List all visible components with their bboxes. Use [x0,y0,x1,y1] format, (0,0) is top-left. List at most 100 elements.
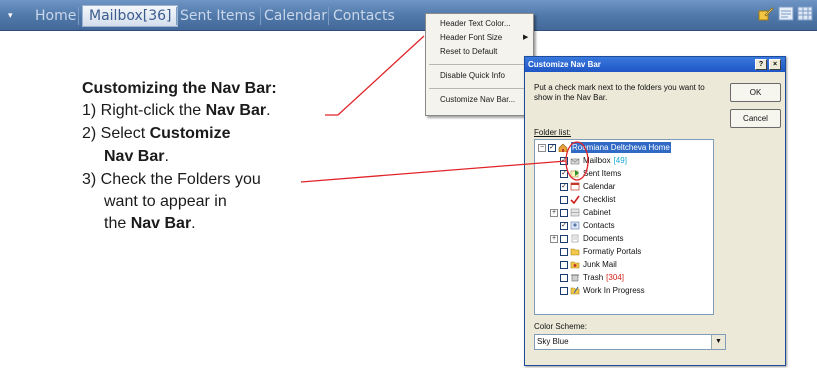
folder-checkbox[interactable] [560,286,568,295]
menu-item-customize-nav-bar[interactable]: Customize Nav Bar... [440,95,515,104]
step-2-emphasis: Customize [149,125,231,142]
grid-icon[interactable] [797,6,813,21]
instruction-step-3: 3) Check the Folders you [82,171,261,188]
folder-row-calendar[interactable]: ✓ Calendar [560,181,615,192]
dialog-description: Put a check mark next to the folders you… [534,83,705,92]
cancel-button[interactable]: Cancel [730,109,781,128]
step-1-end: . [266,102,271,119]
step-3-end: . [191,215,196,232]
folder-row-contacts[interactable]: ✓ Contacts [560,220,615,231]
close-button[interactable]: × [769,59,781,70]
trash-icon [571,274,579,282]
color-scheme-select[interactable]: Sky Blue ▼ [534,334,726,350]
folder-checkbox[interactable]: ✓ [560,169,568,178]
step-3-emphasis: Nav Bar [130,215,192,232]
collapse-icon[interactable]: − [538,143,546,152]
tab-calendar[interactable]: Calendar [258,6,333,26]
dialog-title-bar[interactable]: Customize Nav Bar [525,57,785,72]
callout-line-nav-bar [325,35,425,116]
notes-icon[interactable] [778,6,794,21]
chevron-down-icon[interactable]: ▼ [711,335,725,349]
work-in-progress-icon [570,287,580,295]
contacts-icon [570,222,580,230]
unread-count: [49] [613,156,627,166]
expand-icon[interactable]: + [550,234,558,243]
menu-separator [429,64,530,65]
folder-label: Checklist [583,195,616,205]
folder-checkbox[interactable] [560,208,568,217]
menu-item-reset-to-default[interactable]: Reset to Default [440,47,497,56]
folder-row-home[interactable]: − ✓ Roumiana Deltcheva Home [538,142,671,154]
folder-checkbox[interactable]: ✓ [560,182,568,191]
mailbox-icon [570,159,580,165]
folder-label: Sent Items [583,169,622,179]
folder-row-formatiy-portals[interactable]: Formatiy Portals [560,246,641,257]
home-icon [558,143,568,153]
folder-label: Work In Progress [583,286,645,296]
junk-mail-icon [570,262,580,269]
folder-label: Roumiana Deltcheva Home [571,142,671,154]
dialog-description-line-2: show in the Nav Bar. [534,93,608,102]
calendar-icon [570,183,580,191]
folder-row-junk-mail[interactable]: Junk Mail [560,259,617,270]
menu-item-header-text-color[interactable]: Header Text Color... [440,19,511,28]
step-3-text: the [104,215,131,232]
menu-item-header-font-size[interactable]: Header Font Size [440,33,502,42]
menu-separator [429,88,530,89]
expand-icon[interactable]: + [550,208,558,217]
folder-checkbox[interactable]: ✓ [548,143,556,152]
folder-checkbox[interactable] [560,260,568,269]
folder-row-sent-items[interactable]: ✓ Sent Items [560,168,621,179]
documents-icon [571,235,579,243]
instruction-step-3-line-3: the Nav Bar. [104,215,196,233]
folder-label: Trash [583,273,604,283]
dialog-title: Customize Nav Bar [528,60,601,69]
tab-mailbox[interactable]: Mailbox[36] [82,5,179,27]
folder-label: Documents [583,234,624,244]
checklist-icon [570,195,580,205]
folder-row-trash[interactable]: Trash [304] [560,272,624,283]
folder-label: Junk Mail [583,260,617,270]
instruction-step-3-line-2: want to appear in [104,193,227,210]
tab-sent-items[interactable]: Sent Items [174,6,261,26]
folder-label: Calendar [583,182,616,192]
tab-contacts[interactable]: Contacts [327,6,401,26]
submenu-arrow-icon: ▶ [523,34,529,41]
tab-home[interactable]: Home [29,6,82,26]
folder-label: Cabinet [583,208,611,218]
folder-row-cabinet[interactable]: + Cabinet [538,207,611,218]
step-1-text: 1) Right-click the [82,102,206,119]
folder-row-mailbox[interactable]: ✓ Mailbox [49] [560,155,627,166]
folder-label: Mailbox [583,156,611,166]
folder-checkbox[interactable]: ✓ [560,156,568,165]
instruction-step-1: 1) Right-click the Nav Bar. [82,102,271,120]
folder-list[interactable]: − ✓ Roumiana Deltcheva Home ✓ Mailbox [49] ✓… [534,139,714,315]
cabinet-icon [570,209,580,217]
folder-list-label: Folder list: [534,128,571,137]
customize-nav-bar-dialog: Customize Nav Bar ? × Put a check mark n… [524,56,786,366]
folder-checkbox[interactable] [560,247,568,256]
nav-bar-menu-arrow[interactable]: ▾ [8,10,13,21]
folder-icon [570,249,580,256]
folder-label: Formatiy Portals [583,247,642,257]
folder-row-work-in-progress[interactable]: Work In Progress [560,285,645,296]
ok-button[interactable]: OK [730,83,781,102]
sent-items-icon [570,170,579,178]
tab-divider [78,7,79,25]
color-scheme-label: Color Scheme: [534,322,587,331]
step-2-end: . [164,148,169,165]
folder-checkbox[interactable] [560,273,568,282]
instructions-title: Customizing the Nav Bar: [82,80,277,97]
instruction-step-2: 2) Select Customize [82,125,231,143]
folder-checkbox[interactable] [560,195,568,204]
pencil-icon[interactable] [758,6,774,21]
menu-item-disable-quick-info[interactable]: Disable Quick Info [440,71,505,80]
folder-row-documents[interactable]: + Documents [538,233,623,244]
nav-bar[interactable]: ▾ Home Mailbox[36] Sent Items Calendar C… [0,0,817,31]
help-button[interactable]: ? [755,59,767,70]
step-1-emphasis: Nav Bar [205,102,267,119]
folder-checkbox[interactable]: ✓ [560,221,568,230]
nav-bar-context-menu: Header Text Color... Header Font Size ▶ … [425,13,534,116]
folder-checkbox[interactable] [560,234,568,243]
folder-row-checklist[interactable]: Checklist [560,194,615,205]
